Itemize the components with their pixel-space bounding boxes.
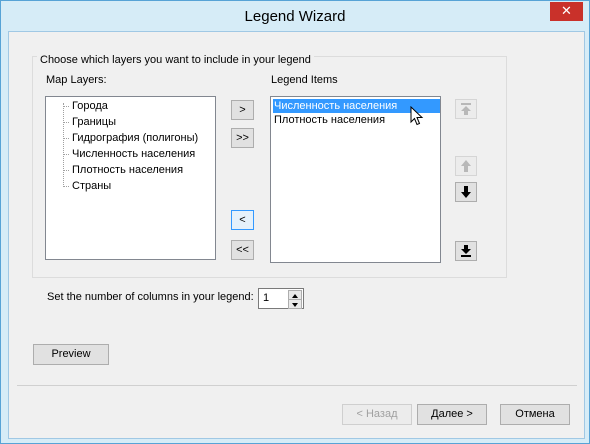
mouse-pointer-icon <box>410 106 424 126</box>
map-layers-label: Map Layers: <box>46 74 107 86</box>
columns-spinner[interactable]: 1 <box>258 288 304 309</box>
move-top-icon <box>461 103 471 115</box>
legend-wizard-window: Legend Wizard ✕ Choose which layers you … <box>0 0 590 444</box>
next-button[interactable]: Далее > <box>417 404 487 425</box>
move-down-icon <box>461 186 471 198</box>
tree-tick <box>63 154 69 155</box>
add-layer-button[interactable]: > <box>231 100 254 120</box>
legend-items-label: Legend Items <box>271 74 338 86</box>
legend-item[interactable]: Плотность населения <box>273 113 386 127</box>
columns-label: Set the number of columns in your legend… <box>47 291 254 303</box>
map-layer-item[interactable]: Гидрография (полигоны) <box>72 131 198 146</box>
spin-down-button[interactable] <box>288 299 302 309</box>
tree-tick <box>63 138 69 139</box>
back-button[interactable]: < Назад <box>342 404 412 425</box>
tree-tick <box>63 122 69 123</box>
move-up-button[interactable] <box>455 156 477 176</box>
spin-down-arrow-icon <box>292 303 298 307</box>
title-bar[interactable]: Legend Wizard ✕ <box>1 1 589 31</box>
move-bottom-icon <box>461 245 471 257</box>
map-layers-tree[interactable]: Города Границы Гидрография (полигоны) Чи… <box>45 96 216 260</box>
dialog-client-area: Choose which layers you want to include … <box>8 31 585 439</box>
tree-tick <box>63 170 69 171</box>
groupbox-title: Choose which layers you want to include … <box>37 54 314 66</box>
map-layer-item[interactable]: Страны <box>72 179 111 194</box>
move-top-button[interactable] <box>455 99 477 119</box>
tree-tick <box>63 106 69 107</box>
map-layer-item[interactable]: Города <box>72 99 108 114</box>
preview-button[interactable]: Preview <box>33 344 109 365</box>
window-title: Legend Wizard <box>244 8 346 25</box>
map-layer-item[interactable]: Границы <box>72 115 116 130</box>
columns-value[interactable]: 1 <box>263 292 269 304</box>
footer-divider <box>17 385 577 386</box>
add-all-layers-button[interactable]: >> <box>231 128 254 148</box>
cancel-button[interactable]: Отмена <box>500 404 570 425</box>
map-layer-item[interactable]: Численность населения <box>72 147 195 162</box>
map-layer-item[interactable]: Плотность населения <box>72 163 183 178</box>
tree-connector-line <box>63 103 64 187</box>
move-up-icon <box>461 160 471 172</box>
remove-all-layers-button[interactable]: << <box>231 240 254 260</box>
close-button[interactable]: ✕ <box>550 2 583 21</box>
move-bottom-button[interactable] <box>455 241 477 261</box>
move-down-button[interactable] <box>455 182 477 202</box>
tree-tick <box>63 186 69 187</box>
remove-layer-button[interactable]: < <box>231 210 254 230</box>
